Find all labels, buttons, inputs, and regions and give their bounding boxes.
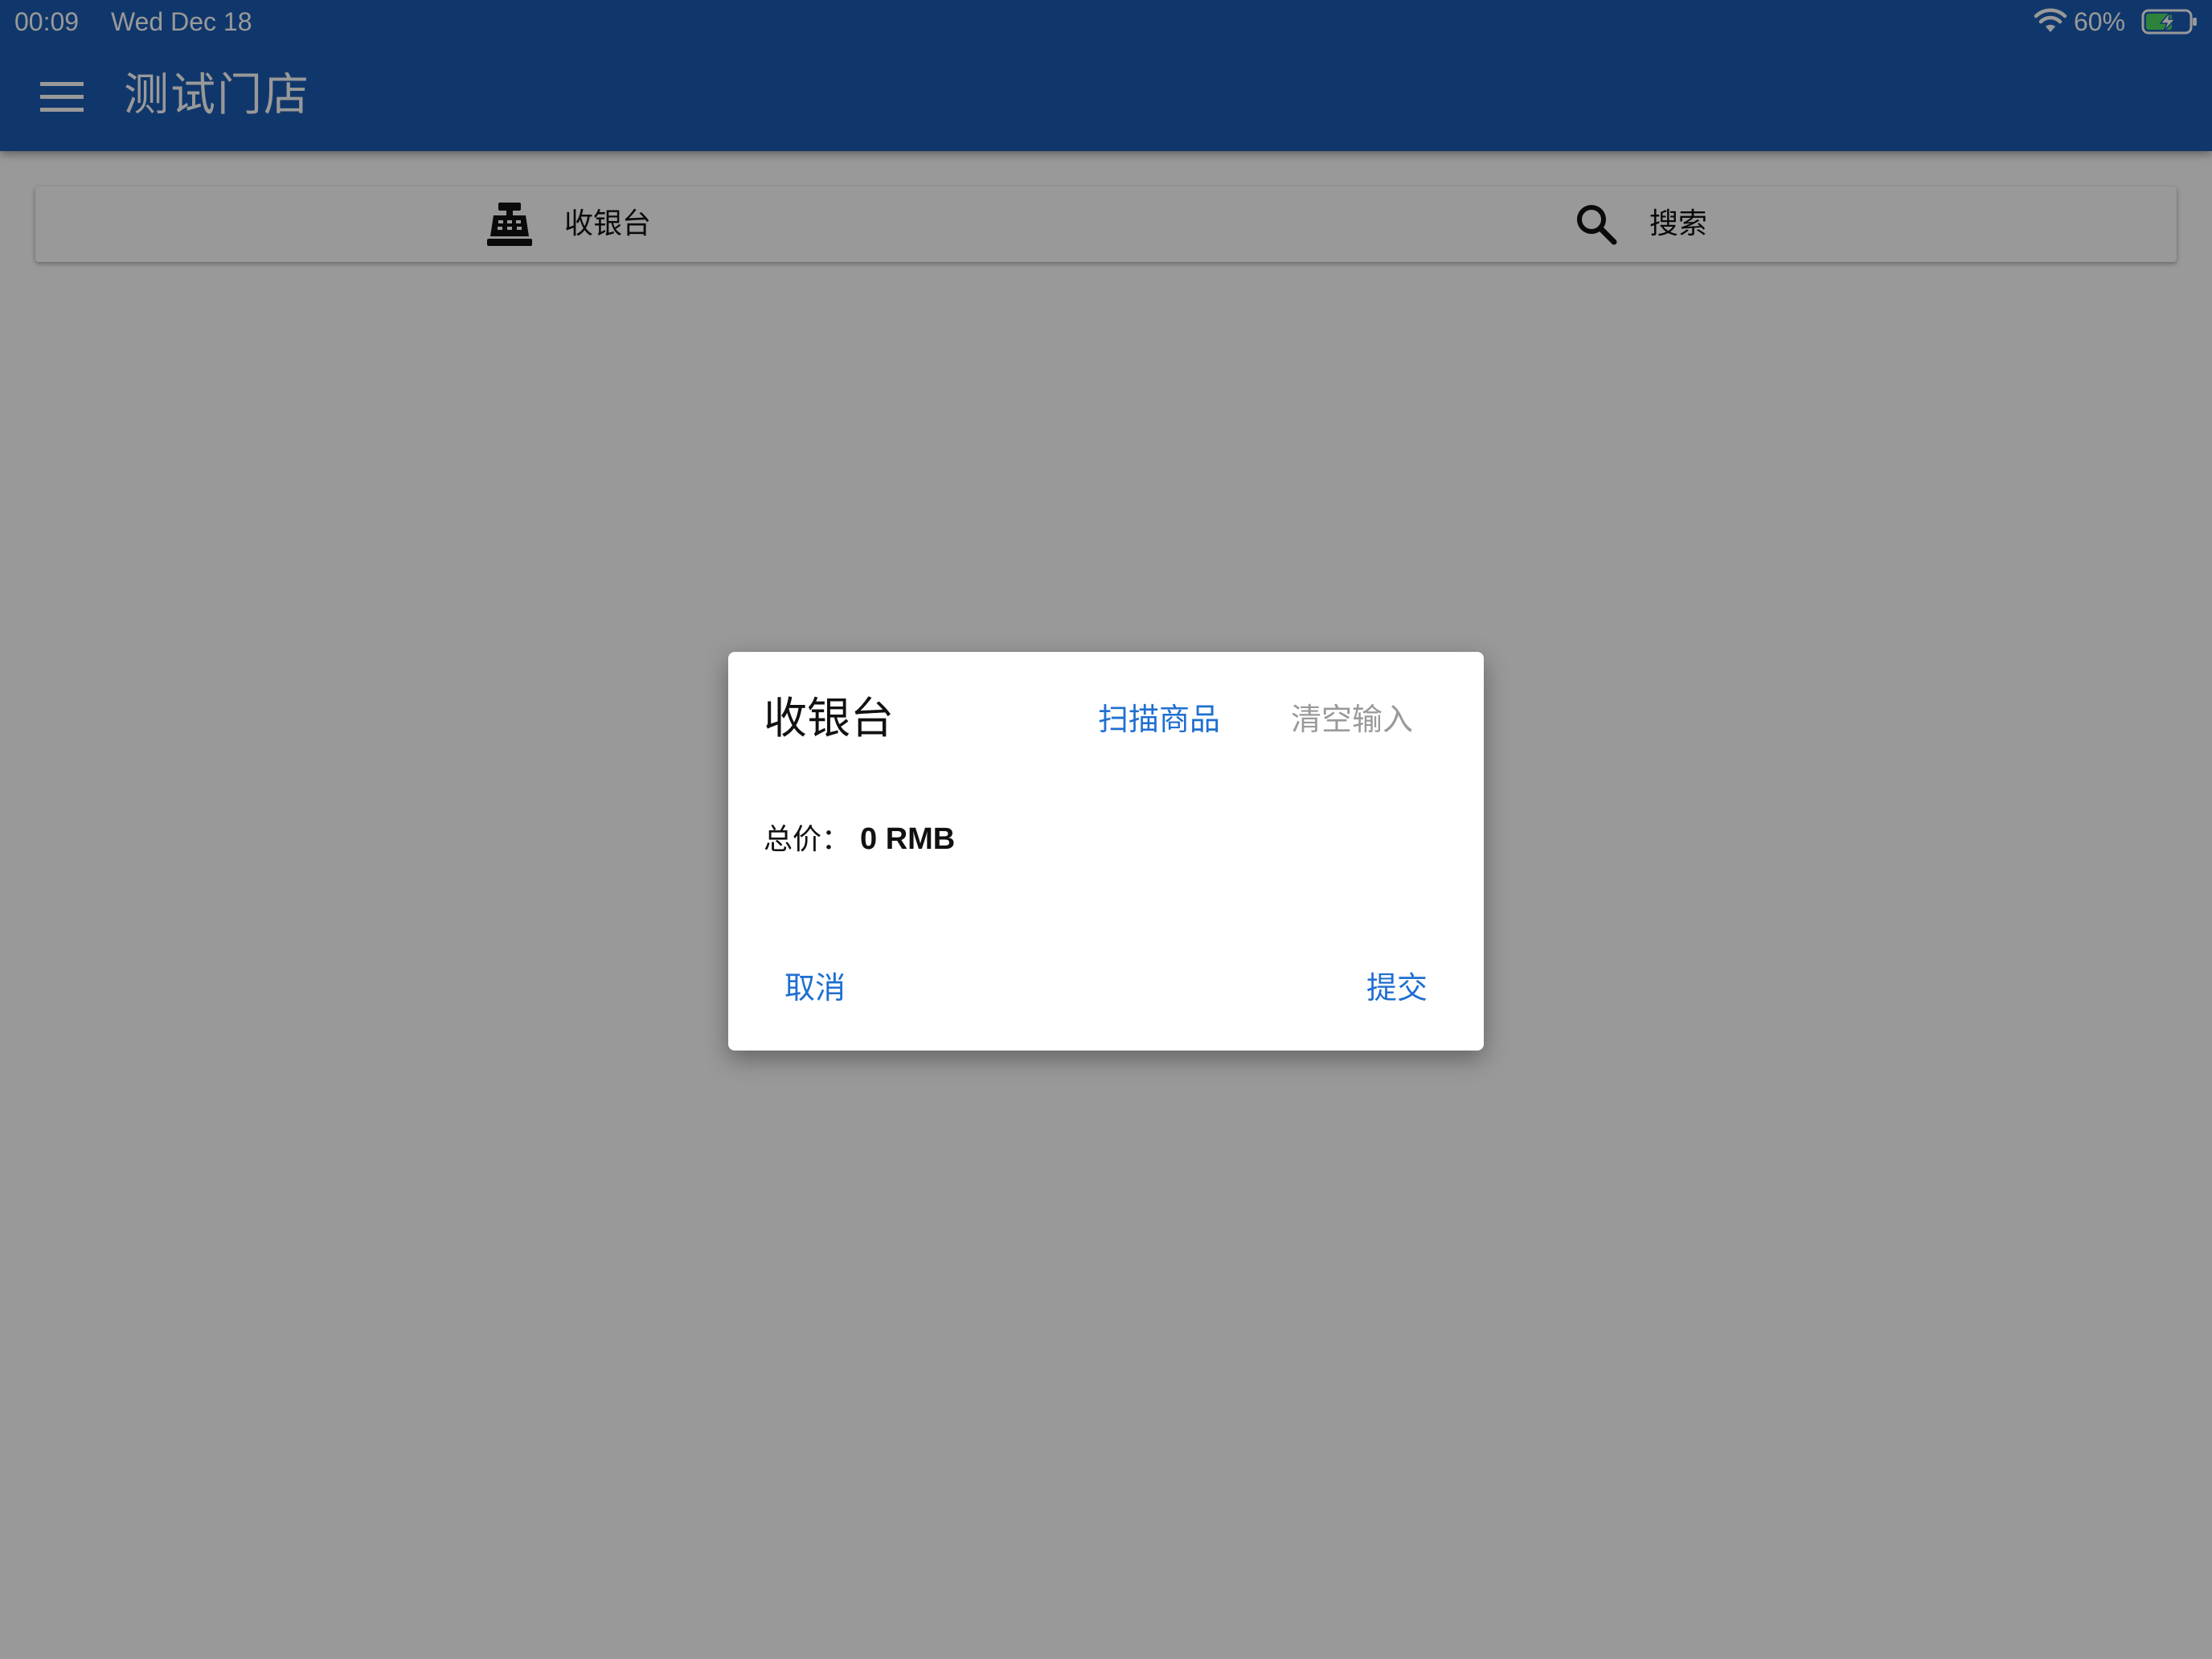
cashier-dialog: 收银台 扫描商品 清空输入 总价： 0 RMB 取消 提交 [728,652,1484,1051]
total-price-value: 0 RMB [860,822,956,856]
total-price-label: 总价： [764,823,851,856]
total-price-row: 总价： 0 RMB [764,821,955,858]
clear-input-button[interactable]: 清空输入 [1291,700,1413,740]
submit-button[interactable]: 提交 [1366,969,1428,1009]
scan-product-button[interactable]: 扫描商品 [1098,700,1220,740]
cancel-button[interactable]: 取消 [784,969,846,1009]
dialog-title: 收银台 [764,693,894,743]
